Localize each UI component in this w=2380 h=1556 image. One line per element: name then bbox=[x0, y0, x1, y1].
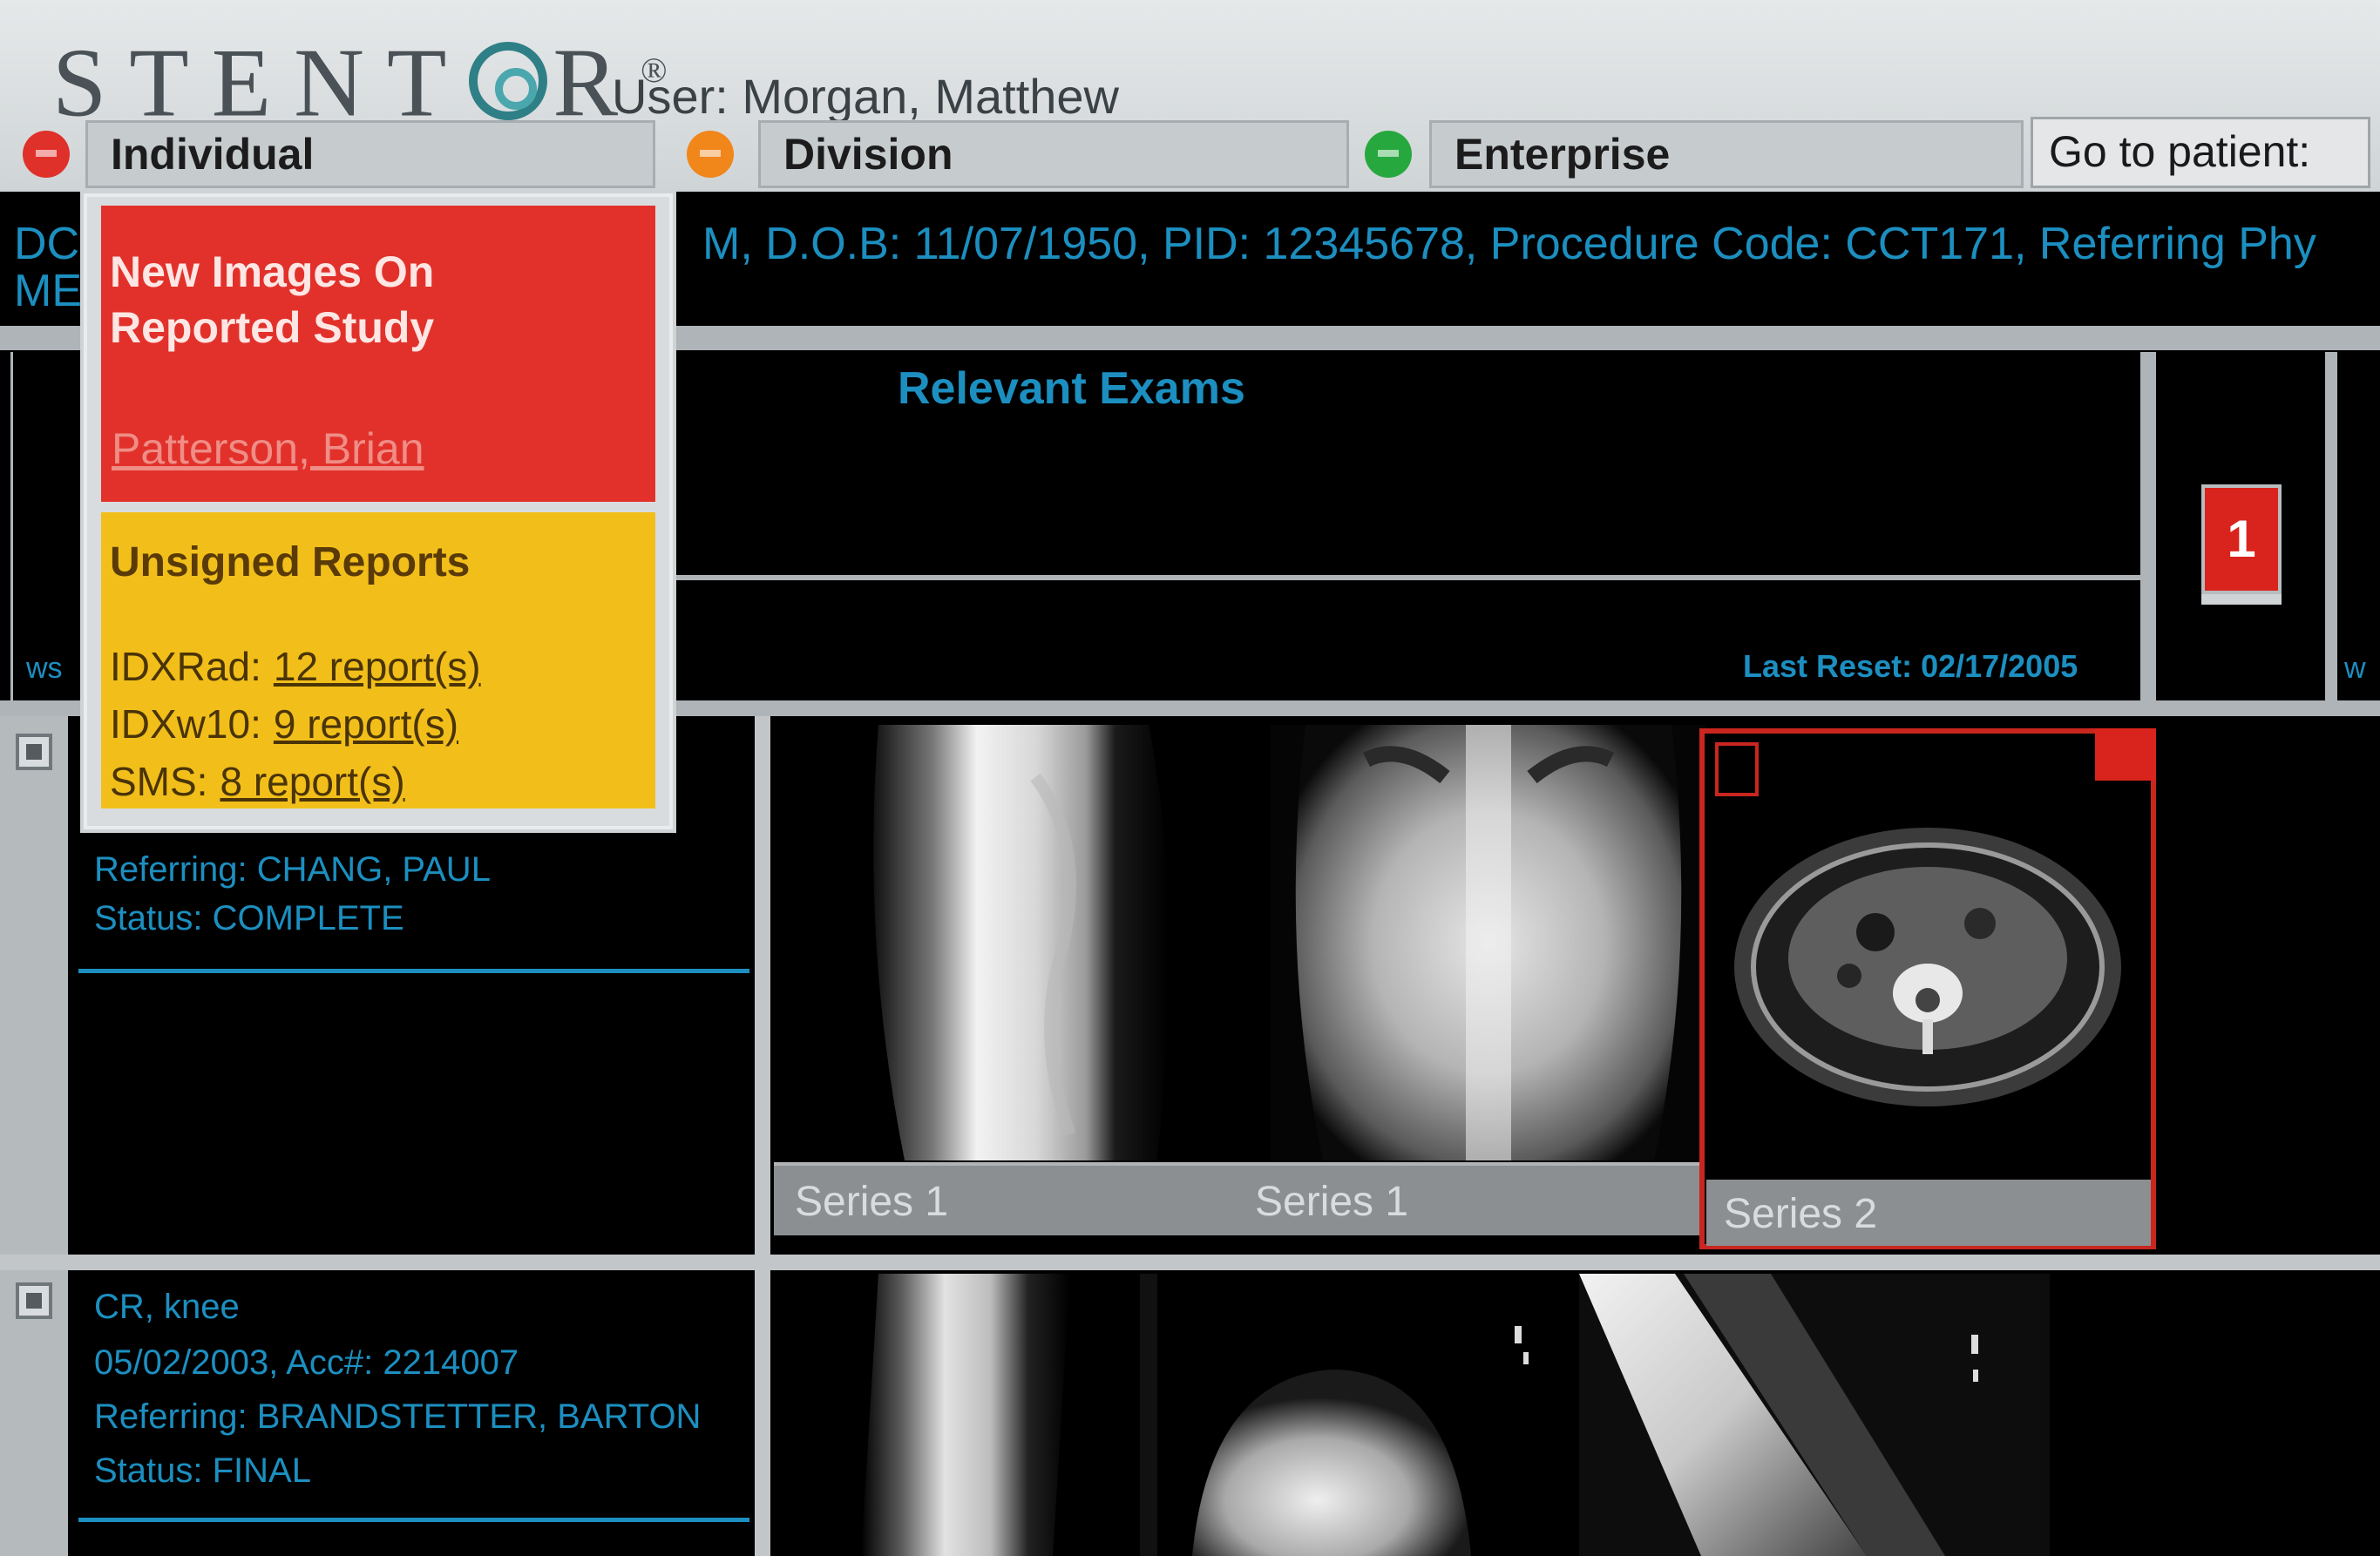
exam-2-details[interactable]: CR, knee 05/02/2003, Acc#: 2214007 Refer… bbox=[70, 1270, 755, 1556]
patient-demographics: M, D.O.B: 11/07/1950, PID: 12345678, Pro… bbox=[702, 219, 2316, 269]
unsigned-row-label: IDXw10: bbox=[110, 701, 261, 747]
exam-2-title: CR, knee bbox=[94, 1288, 240, 1326]
unsigned-reports-link[interactable]: 12 report(s) bbox=[274, 644, 481, 689]
divider bbox=[10, 352, 13, 700]
app-header: STENT R® User: Morgan, Matthew Individual… bbox=[0, 0, 2380, 192]
exam-row-toggle-icon[interactable] bbox=[16, 1282, 52, 1319]
exam-1-status: Status: COMPLETE bbox=[94, 899, 404, 937]
knee-thumbnail-1[interactable] bbox=[774, 1274, 1157, 1556]
enterprise-status-icon bbox=[1365, 131, 1412, 178]
divider bbox=[78, 969, 749, 973]
divider bbox=[2140, 352, 2156, 700]
series-label-3: Series 2 bbox=[1724, 1191, 1878, 1237]
unsigned-row-idxw10: IDXw10: 9 report(s) bbox=[110, 700, 458, 748]
patient-name-fragment: DC bbox=[14, 219, 80, 269]
patient-name-fragment-2: ME bbox=[14, 266, 82, 316]
relevant-exams-title: Relevant Exams bbox=[898, 363, 1245, 414]
unsigned-row-sms: SMS: 8 report(s) bbox=[110, 758, 405, 805]
tab-division[interactable]: Division bbox=[758, 120, 1349, 188]
new-images-patient-link[interactable]: Patterson, Brian bbox=[112, 423, 424, 474]
thumbnail-corner-icon[interactable] bbox=[1715, 742, 1759, 796]
divider bbox=[0, 1255, 2380, 1270]
series-label-1: Series 1 bbox=[795, 1179, 949, 1225]
divider bbox=[2325, 352, 2337, 700]
series-label-bar: Series 1 Series 1 bbox=[774, 1162, 1706, 1235]
series-label-bar-3: Series 2 bbox=[1706, 1180, 2151, 1246]
tab-enterprise[interactable]: Enterprise bbox=[1429, 120, 2024, 188]
exam-row-toggle-icon[interactable] bbox=[16, 734, 52, 770]
current-user-label: User: Morgan, Matthew bbox=[612, 69, 1119, 124]
new-images-alert-title: New Images On Reported Study bbox=[110, 247, 435, 352]
unsigned-reports-title: Unsigned Reports bbox=[110, 539, 471, 585]
unsigned-reports-link[interactable]: 9 report(s) bbox=[274, 701, 458, 747]
series-label-2: Series 1 bbox=[1255, 1179, 1409, 1225]
exam-row-gutter bbox=[0, 1270, 68, 1556]
division-status-icon bbox=[687, 131, 734, 178]
unsigned-row-label: SMS: bbox=[110, 759, 208, 804]
divider bbox=[78, 1518, 749, 1522]
exam-2-date-accession: 05/02/2003, Acc#: 2214007 bbox=[94, 1343, 519, 1382]
unsigned-reports-alert: Unsigned Reports IDXRad: 12 report(s) IDX… bbox=[101, 512, 655, 808]
pacs-app-window: STENT R® User: Morgan, Matthew Individual… bbox=[0, 0, 2380, 1556]
exam-row-gutter bbox=[0, 716, 68, 1255]
knee-xray-image-3 bbox=[1579, 1274, 2050, 1556]
new-images-marker bbox=[2095, 728, 2156, 781]
knee-thumbnail-2[interactable] bbox=[1157, 1274, 1576, 1556]
xray-lateral-image bbox=[774, 725, 1271, 1160]
knee-xray-image-2 bbox=[1157, 1274, 1576, 1556]
series-thumbnail-2[interactable] bbox=[1271, 725, 1706, 1160]
relevant-count-badge[interactable]: 1 bbox=[2201, 484, 2282, 605]
exam-2-status: Status: FINAL bbox=[94, 1451, 311, 1490]
individual-status-icon bbox=[23, 131, 70, 178]
truncated-label: ws bbox=[26, 652, 63, 685]
xray-frontal-image bbox=[1271, 725, 1706, 1160]
alerts-dropdown: New Images On Reported Study Patterson, … bbox=[84, 193, 673, 829]
logo-o-mark-icon bbox=[469, 42, 548, 121]
unsigned-row-label: IDXRad: bbox=[110, 644, 261, 689]
knee-xray-image bbox=[774, 1274, 1157, 1556]
exam-2-referring: Referring: BRANDSTETTER, BARTON bbox=[94, 1397, 702, 1436]
series-thumbnail-1[interactable] bbox=[774, 725, 1271, 1160]
new-images-alert: New Images On Reported Study Patterson, … bbox=[101, 206, 655, 502]
truncated-label: w bbox=[2344, 652, 2366, 685]
ct-axial-image bbox=[1727, 802, 2128, 1141]
go-to-patient-button[interactable]: Go to patient: bbox=[2031, 117, 2370, 188]
tab-individual[interactable]: Individual bbox=[85, 120, 655, 188]
unsigned-reports-link[interactable]: 8 report(s) bbox=[220, 759, 404, 804]
last-reset-label: Last Reset: 02/17/2005 bbox=[1743, 648, 2078, 684]
knee-thumbnail-3[interactable] bbox=[1579, 1274, 2050, 1556]
unsigned-row-idxrad: IDXRad: 12 report(s) bbox=[110, 643, 481, 690]
divider bbox=[755, 716, 770, 1556]
exam-1-referring: Referring: CHANG, PAUL bbox=[94, 850, 491, 889]
